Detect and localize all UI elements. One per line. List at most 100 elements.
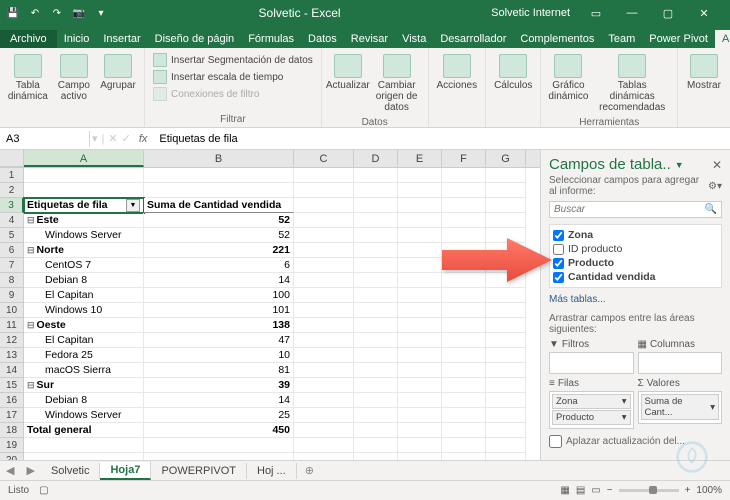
cell[interactable]	[354, 423, 398, 438]
zoom-in-icon[interactable]: +	[685, 485, 691, 496]
cell[interactable]	[354, 273, 398, 288]
tab-datos[interactable]: Datos	[301, 30, 344, 48]
cell[interactable]	[442, 228, 486, 243]
cell[interactable]	[442, 333, 486, 348]
cell[interactable]	[294, 243, 354, 258]
cell[interactable]	[354, 168, 398, 183]
row-header[interactable]: 5	[0, 228, 24, 243]
formula-input[interactable]: Etiquetas de fila	[153, 131, 730, 147]
cell[interactable]	[398, 453, 442, 460]
zoom-slider[interactable]	[619, 489, 679, 492]
cell[interactable]: ⊟Sur	[24, 378, 144, 393]
cell[interactable]	[442, 348, 486, 363]
cell[interactable]	[354, 258, 398, 273]
tab-revisar[interactable]: Revisar	[344, 30, 395, 48]
insert-timeline-button[interactable]: Insertar escala de tiempo	[151, 69, 315, 85]
recommended-pivottables-button[interactable]: Tablas dinámicas recomendadas	[593, 52, 671, 115]
cell[interactable]: Etiquetas de fila▼	[24, 198, 144, 213]
cell[interactable]: Windows Server	[24, 408, 144, 423]
row-header[interactable]: 18	[0, 423, 24, 438]
row-header[interactable]: 16	[0, 393, 24, 408]
cell[interactable]	[398, 318, 442, 333]
sheet-nav-prev-icon[interactable]: ◀	[0, 464, 20, 477]
values-dropzone[interactable]: Suma de Cant...▾	[638, 391, 723, 424]
cell[interactable]: Total general	[24, 423, 144, 438]
more-tables-link[interactable]: Más tablas...	[549, 292, 722, 307]
cell[interactable]	[294, 213, 354, 228]
cell[interactable]	[398, 198, 442, 213]
cell[interactable]: 221	[144, 243, 294, 258]
cell[interactable]	[144, 438, 294, 453]
cell[interactable]: Debian 8	[24, 393, 144, 408]
cell[interactable]	[486, 198, 526, 213]
cell[interactable]: Debian 8	[24, 273, 144, 288]
cell[interactable]	[398, 303, 442, 318]
show-button[interactable]: Mostrar	[684, 52, 724, 93]
account-name[interactable]: Solvetic Internet	[491, 7, 570, 19]
cell[interactable]	[398, 378, 442, 393]
row-header[interactable]: 7	[0, 258, 24, 273]
cell[interactable]	[294, 423, 354, 438]
ribbon-options-icon[interactable]: ▭	[586, 5, 606, 21]
value-pill[interactable]: Suma de Cant...▾	[641, 394, 720, 420]
cell[interactable]	[486, 168, 526, 183]
cell[interactable]	[486, 228, 526, 243]
cell[interactable]	[398, 393, 442, 408]
cell[interactable]	[398, 243, 442, 258]
sheet-tab[interactable]: Hoja7	[100, 462, 151, 480]
cell[interactable]	[442, 198, 486, 213]
cell[interactable]	[486, 393, 526, 408]
cell[interactable]	[354, 243, 398, 258]
cell[interactable]	[486, 348, 526, 363]
undo-icon[interactable]: ↶	[28, 6, 42, 20]
cell[interactable]	[294, 288, 354, 303]
row-header[interactable]: 1	[0, 168, 24, 183]
row-header[interactable]: 3	[0, 198, 24, 213]
tab-inicio[interactable]: Inicio	[57, 30, 97, 48]
col-header-e[interactable]: E	[398, 150, 442, 167]
cell[interactable]	[144, 183, 294, 198]
cell[interactable]	[354, 213, 398, 228]
cell[interactable]	[398, 168, 442, 183]
sheet-nav-next-icon[interactable]: ▶	[20, 464, 40, 477]
tab-powerpivot[interactable]: Power Pivot	[642, 30, 715, 48]
row-header[interactable]: 19	[0, 438, 24, 453]
cell[interactable]	[354, 348, 398, 363]
cell[interactable]	[486, 438, 526, 453]
cell[interactable]	[398, 363, 442, 378]
pane-dropdown-icon[interactable]: ▼	[675, 160, 684, 170]
row-header[interactable]: 8	[0, 273, 24, 288]
field-search[interactable]: 🔍	[549, 201, 722, 218]
cell[interactable]: 52	[144, 213, 294, 228]
cell[interactable]	[442, 288, 486, 303]
col-header-f[interactable]: F	[442, 150, 486, 167]
cell[interactable]: 101	[144, 303, 294, 318]
cell[interactable]	[442, 378, 486, 393]
field-item[interactable]: Cantidad vendida	[553, 270, 718, 284]
row-header[interactable]: 4	[0, 213, 24, 228]
close-icon[interactable]: ✕	[694, 5, 714, 21]
cell[interactable]	[354, 438, 398, 453]
cell[interactable]: 450	[144, 423, 294, 438]
row-header[interactable]: 9	[0, 288, 24, 303]
fx-icon[interactable]: fx	[133, 133, 154, 145]
select-all-corner[interactable]	[0, 150, 24, 167]
cell[interactable]: 100	[144, 288, 294, 303]
view-page-icon[interactable]: ▤	[576, 485, 585, 496]
cell[interactable]: 6	[144, 258, 294, 273]
col-header-d[interactable]: D	[354, 150, 398, 167]
cell[interactable]: Suma de Cantidad vendida	[144, 198, 294, 213]
cell[interactable]	[442, 303, 486, 318]
cell[interactable]	[398, 423, 442, 438]
cell[interactable]: El Capitan	[24, 288, 144, 303]
cell[interactable]: 52	[144, 228, 294, 243]
view-break-icon[interactable]: ▭	[591, 485, 600, 496]
pane-close-icon[interactable]: ✕	[712, 158, 722, 172]
cell[interactable]	[354, 198, 398, 213]
row-header[interactable]: 15	[0, 378, 24, 393]
field-checkbox[interactable]	[553, 272, 564, 283]
cell[interactable]	[442, 423, 486, 438]
cell[interactable]: 14	[144, 393, 294, 408]
cell[interactable]: Windows 10	[24, 303, 144, 318]
cell[interactable]	[486, 423, 526, 438]
